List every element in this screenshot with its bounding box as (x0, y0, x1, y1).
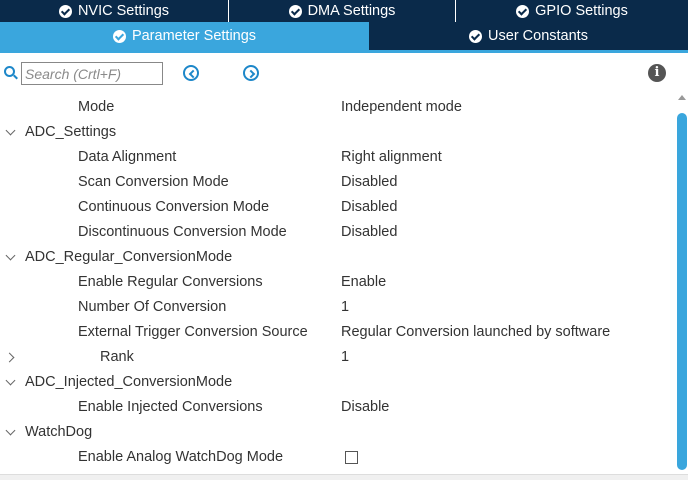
analog-watchdog-checkbox[interactable] (345, 451, 358, 464)
param-row-external-trigger[interactable]: External Trigger Conversion Source Regul… (0, 320, 676, 345)
chevron-down-icon[interactable] (4, 420, 18, 445)
param-name: Enable Regular Conversions (78, 274, 263, 290)
param-value: Enable (341, 274, 387, 290)
tab-divider (0, 50, 688, 53)
chevron-down-icon[interactable] (4, 120, 18, 145)
param-value: Disabled (341, 199, 398, 215)
check-circle-icon (288, 4, 302, 18)
param-row-analog-watchdog[interactable]: Enable Analog WatchDog Mode (0, 445, 676, 470)
param-name: Rank (100, 349, 134, 365)
group-rank[interactable]: Rank 1 (0, 345, 676, 370)
chevron-down-icon[interactable] (4, 370, 18, 395)
horizontal-scrollbar[interactable] (0, 474, 688, 480)
param-value: Disabled (341, 174, 398, 190)
top-tab-bar: NVIC Settings DMA Settings GPIO Settings (0, 0, 688, 22)
check-circle-icon (58, 4, 72, 18)
search-input[interactable] (21, 62, 163, 85)
param-value: Right alignment (341, 149, 442, 165)
param-row-discontinuous-mode[interactable]: Discontinuous Conversion Mode Disabled (0, 220, 676, 245)
vertical-scrollbar-thumb[interactable] (677, 113, 687, 470)
group-name: ADC_Regular_ConversionMode (25, 249, 233, 265)
group-name: ADC_Injected_ConversionMode (25, 374, 233, 390)
param-value: 1 (341, 299, 350, 315)
tab-label: NVIC Settings (77, 3, 170, 19)
tab-gpio-settings[interactable]: GPIO Settings (456, 0, 688, 22)
tab-nvic-settings[interactable]: NVIC Settings (0, 0, 229, 22)
param-row-enable-injected[interactable]: Enable Injected Conversions Disable (0, 395, 676, 420)
group-watchdog[interactable]: WatchDog (0, 420, 676, 445)
check-circle-icon (112, 29, 126, 43)
group-name: WatchDog (25, 424, 93, 440)
param-name: Discontinuous Conversion Mode (78, 224, 287, 240)
param-value: Disabled (341, 224, 398, 240)
group-adc-injected-conversion[interactable]: ADC_Injected_ConversionMode (0, 370, 676, 395)
param-row-enable-regular[interactable]: Enable Regular Conversions Enable (0, 270, 676, 295)
info-icon[interactable]: i (648, 64, 666, 82)
check-circle-icon (469, 29, 483, 43)
search-icon (4, 66, 15, 77)
param-name: Data Alignment (78, 149, 177, 165)
tab-dma-settings[interactable]: DMA Settings (229, 0, 456, 22)
param-name: Enable Analog WatchDog Mode (78, 449, 284, 465)
group-name: ADC_Settings (25, 124, 117, 140)
param-name: Scan Conversion Mode (78, 174, 229, 190)
group-adc-regular-conversion[interactable]: ADC_Regular_ConversionMode (0, 245, 676, 270)
second-tab-bar: Parameter Settings User Constants (0, 22, 688, 50)
param-name: Continuous Conversion Mode (78, 199, 270, 215)
param-value: 1 (341, 349, 350, 365)
param-row-continuous-mode[interactable]: Continuous Conversion Mode Disabled (0, 195, 676, 220)
parameter-tree: Mode Independent mode ADC_Settings Data … (0, 95, 676, 470)
param-name: Mode (78, 99, 115, 115)
tab-label: Parameter Settings (131, 28, 257, 44)
tab-label: DMA Settings (307, 3, 396, 19)
param-value: Regular Conversion launched by software (341, 324, 611, 340)
next-result-icon[interactable] (243, 65, 259, 81)
param-name: Enable Injected Conversions (78, 399, 263, 415)
chevron-right-icon[interactable] (4, 345, 18, 370)
param-name: Number Of Conversion (78, 299, 227, 315)
tab-parameter-settings[interactable]: Parameter Settings (0, 22, 369, 50)
param-value: Disable (341, 399, 390, 415)
param-row-scan-mode[interactable]: Scan Conversion Mode Disabled (0, 170, 676, 195)
chevron-down-icon[interactable] (4, 245, 18, 270)
param-name: External Trigger Conversion Source (78, 324, 308, 340)
group-adc-settings[interactable]: ADC_Settings (0, 120, 676, 145)
scroll-up-arrow-icon[interactable] (678, 95, 686, 100)
param-row-mode[interactable]: Mode Independent mode (0, 95, 676, 120)
tab-user-constants[interactable]: User Constants (369, 22, 688, 50)
param-row-number-of-conversion[interactable]: Number Of Conversion 1 (0, 295, 676, 320)
search-toolbar: i (0, 60, 688, 88)
previous-result-icon[interactable] (183, 65, 199, 81)
check-circle-icon (516, 4, 530, 18)
tab-label: User Constants (488, 28, 588, 44)
param-value: Independent mode (341, 99, 462, 115)
param-row-data-alignment[interactable]: Data Alignment Right alignment (0, 145, 676, 170)
tab-label: GPIO Settings (535, 3, 628, 19)
